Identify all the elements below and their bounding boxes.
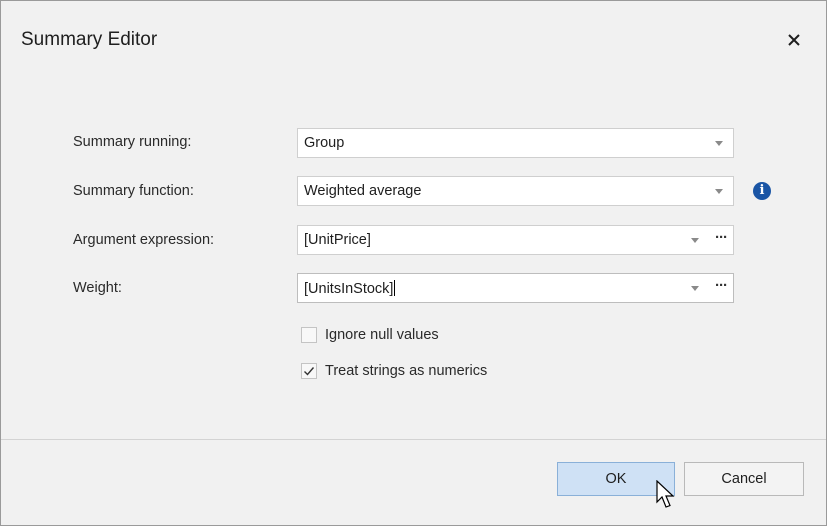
ellipsis-button[interactable]: ··· (715, 229, 728, 246)
weight-combo[interactable]: [UnitsInStock] ··· (297, 273, 734, 303)
ignore-null-values-label: Ignore null values (325, 327, 439, 343)
argument-expression-label: Argument expression: (73, 232, 215, 248)
summary-function-combo[interactable]: Weighted average (297, 176, 734, 206)
treat-strings-as-numerics-option[interactable]: Treat strings as numerics (301, 361, 487, 381)
chevron-down-icon[interactable] (691, 286, 699, 291)
dialog-title: Summary Editor (21, 29, 158, 50)
summary-running-label: Summary running: (73, 134, 192, 150)
checkmark-icon (304, 367, 315, 376)
argument-expression-combo[interactable]: [UnitPrice] ··· (297, 225, 734, 255)
ignore-null-values-checkbox[interactable] (301, 327, 317, 343)
summary-editor-dialog: Summary Editor Summary running: Group Su… (0, 0, 827, 526)
summary-function-label: Summary function: (73, 183, 194, 199)
weight-value: [UnitsInStock] (304, 281, 394, 297)
summary-running-combo[interactable]: Group (297, 128, 734, 158)
treat-strings-as-numerics-checkbox[interactable] (301, 363, 317, 379)
weight-label: Weight: (73, 280, 122, 296)
weight-value-wrap[interactable]: [UnitsInStock] (304, 280, 396, 297)
summary-function-value: Weighted average (304, 183, 422, 199)
chevron-down-icon[interactable] (715, 141, 723, 146)
cancel-button[interactable]: Cancel (684, 462, 804, 496)
footer-divider (1, 439, 826, 440)
argument-expression-value: [UnitPrice] (304, 232, 371, 248)
title-bar: Summary Editor (1, 1, 826, 79)
close-button[interactable] (779, 25, 809, 55)
ellipsis-button[interactable]: ··· (715, 277, 728, 294)
chevron-down-icon[interactable] (691, 238, 699, 243)
chevron-down-icon[interactable] (715, 189, 723, 194)
text-caret (394, 280, 396, 296)
close-icon (788, 34, 800, 46)
info-icon[interactable]: i (753, 182, 771, 200)
ignore-null-values-option[interactable]: Ignore null values (301, 325, 439, 345)
summary-running-value: Group (304, 135, 345, 151)
mouse-pointer-icon (656, 480, 675, 508)
treat-strings-as-numerics-label: Treat strings as numerics (325, 363, 488, 379)
